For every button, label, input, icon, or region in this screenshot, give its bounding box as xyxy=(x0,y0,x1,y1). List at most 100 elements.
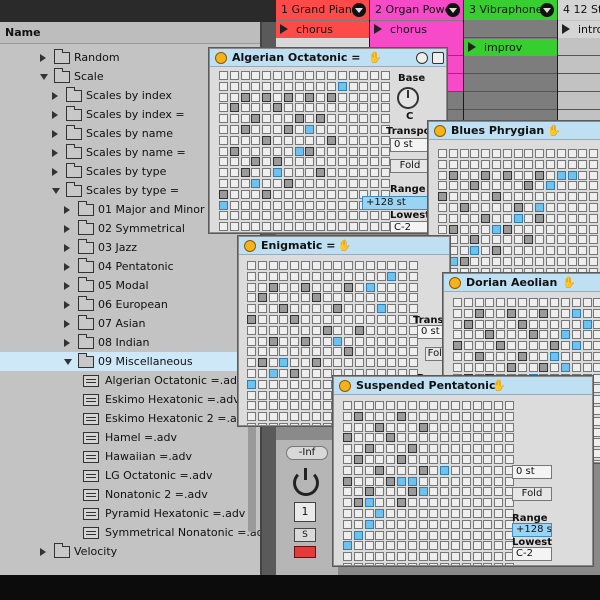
scale-grid-cell[interactable] xyxy=(582,319,592,329)
scale-grid-cell[interactable] xyxy=(251,179,261,188)
scale-grid-cell[interactable] xyxy=(279,304,289,314)
scale-grid-cell[interactable] xyxy=(546,149,555,158)
browser-folder-item[interactable]: Velocity xyxy=(0,542,238,561)
scale-grid-cell[interactable] xyxy=(407,444,417,454)
track-menu-chevron-icon[interactable] xyxy=(446,3,460,17)
scale-grid-cell[interactable] xyxy=(294,222,304,232)
scale-grid-cell[interactable] xyxy=(257,336,267,346)
scale-grid-cell[interactable] xyxy=(387,271,397,281)
scale-grid-cell[interactable] xyxy=(472,444,482,454)
scale-grid-cell[interactable] xyxy=(494,476,504,486)
scale-grid-cell[interactable] xyxy=(472,476,482,486)
scale-grid-cell[interactable] xyxy=(365,293,375,303)
scale-grid-cell[interactable] xyxy=(535,159,545,169)
scale-grid-cell[interactable] xyxy=(337,135,347,145)
scale-grid-cell[interactable] xyxy=(268,261,278,270)
scale-grid-cell[interactable] xyxy=(370,114,380,124)
scale-grid-cell[interactable] xyxy=(348,157,358,167)
scale-grid-cell[interactable] xyxy=(517,308,527,318)
scale-grid-cell[interactable] xyxy=(364,552,374,562)
scale-grid-cell[interactable] xyxy=(535,181,545,191)
browser-folder-item[interactable]: Scales by name = xyxy=(0,143,238,162)
scale-grid-cell[interactable] xyxy=(539,362,549,372)
scale-grid-cell[interactable] xyxy=(524,235,534,245)
scale-grid-cell[interactable] xyxy=(398,304,408,314)
scale-grid-cell[interactable] xyxy=(333,271,343,281)
scale-grid-cell[interactable] xyxy=(359,81,369,91)
scale-grid-cell[interactable] xyxy=(262,92,272,102)
scale-grid-cell[interactable] xyxy=(453,352,462,361)
scale-grid-cell[interactable] xyxy=(316,135,326,145)
scale-grid-cell[interactable] xyxy=(229,114,239,124)
scale-grid-cell[interactable] xyxy=(517,330,527,340)
scale-grid-cell[interactable] xyxy=(240,146,250,156)
clip-slot[interactable] xyxy=(558,38,600,56)
scale-grid-cell[interactable] xyxy=(327,157,336,167)
scale-grid-cell[interactable] xyxy=(561,308,570,318)
scale-grid-cell[interactable] xyxy=(381,114,390,124)
scale-grid-cell[interactable] xyxy=(311,358,321,368)
scale-grid-cell[interactable] xyxy=(451,530,460,540)
scale-grid-cell[interactable] xyxy=(483,563,493,565)
scale-grid-cell[interactable] xyxy=(262,81,272,91)
scale-grid-cell[interactable] xyxy=(240,92,250,102)
scale-grid-cell[interactable] xyxy=(240,211,250,221)
scale-grid-cell[interactable] xyxy=(257,271,267,281)
scale-grid-cell[interactable] xyxy=(429,422,439,432)
scale-grid-cell[interactable] xyxy=(268,369,278,378)
scale-grid-cell[interactable] xyxy=(355,261,364,270)
scale-grid-cell[interactable] xyxy=(279,271,289,281)
scale-grid-cell[interactable] xyxy=(337,125,347,134)
scale-grid-cell[interactable] xyxy=(528,330,538,340)
scale-grid-cell[interactable] xyxy=(322,423,332,425)
scale-grid-cell[interactable] xyxy=(343,433,352,443)
scale-grid-cell[interactable] xyxy=(240,157,250,167)
scale-grid-cell[interactable] xyxy=(327,179,336,188)
scale-grid-cell[interactable] xyxy=(463,330,473,340)
scale-grid-cell[interactable] xyxy=(556,159,566,169)
scale-grid-cell[interactable] xyxy=(494,541,504,551)
scale-grid-cell[interactable] xyxy=(539,352,549,361)
scale-grid-cell[interactable] xyxy=(294,211,304,221)
scale-grid-cell[interactable] xyxy=(381,103,390,113)
scale-grid-cell[interactable] xyxy=(463,298,473,307)
scale-grid-cell[interactable] xyxy=(353,552,363,562)
scale-grid-cell[interactable] xyxy=(344,358,354,368)
scale-grid-cell[interactable] xyxy=(397,465,406,475)
scale-grid-cell[interactable] xyxy=(418,465,428,475)
scale-grid-cell[interactable] xyxy=(316,146,326,156)
scale-grid-cell[interactable] xyxy=(355,282,364,292)
scale-grid-cell[interactable] xyxy=(283,81,293,91)
scale-grid-cell[interactable] xyxy=(365,336,375,346)
scale-grid-cell[interactable] xyxy=(582,308,592,318)
scale-grid-cell[interactable] xyxy=(247,347,256,357)
scale-grid-cell[interactable] xyxy=(337,92,347,102)
scale-grid-cell[interactable] xyxy=(316,200,326,210)
scale-grid-cell[interactable] xyxy=(483,433,493,443)
scale-grid-cell[interactable] xyxy=(311,347,321,357)
scale-grid-cell[interactable] xyxy=(311,336,321,346)
scale-grid-cell[interactable] xyxy=(247,390,256,400)
scale-grid-cell[interactable] xyxy=(578,159,588,169)
scale-grid-cell[interactable] xyxy=(322,293,332,303)
scale-grid-cell[interactable] xyxy=(517,352,527,361)
scale-grid-cell[interactable] xyxy=(353,444,363,454)
scale-grid-cell[interactable] xyxy=(502,203,512,212)
scale-grid-cell[interactable] xyxy=(589,181,599,191)
scale-grid-cell[interactable] xyxy=(343,401,352,410)
scale-grid-cell[interactable] xyxy=(301,336,310,346)
scale-grid-cell[interactable] xyxy=(359,179,369,188)
scale-grid-cell[interactable] xyxy=(492,246,501,256)
scale-grid-cell[interactable] xyxy=(448,203,458,212)
scale-grid-cell[interactable] xyxy=(593,416,600,426)
browser-folder-item[interactable]: 06 European xyxy=(0,295,238,314)
scale-grid-cell[interactable] xyxy=(273,146,282,156)
scale-grid-cell[interactable] xyxy=(283,71,293,80)
scale-grid-cell[interactable] xyxy=(502,257,512,266)
scale-grid-cell[interactable] xyxy=(294,125,304,134)
scale-grid-cell[interactable] xyxy=(567,257,577,266)
scale-grid-cell[interactable] xyxy=(485,330,495,340)
scale-grid-cell[interactable] xyxy=(375,498,385,508)
scale-grid-cell[interactable] xyxy=(535,149,545,158)
scale-grid-cell[interactable] xyxy=(257,261,267,270)
